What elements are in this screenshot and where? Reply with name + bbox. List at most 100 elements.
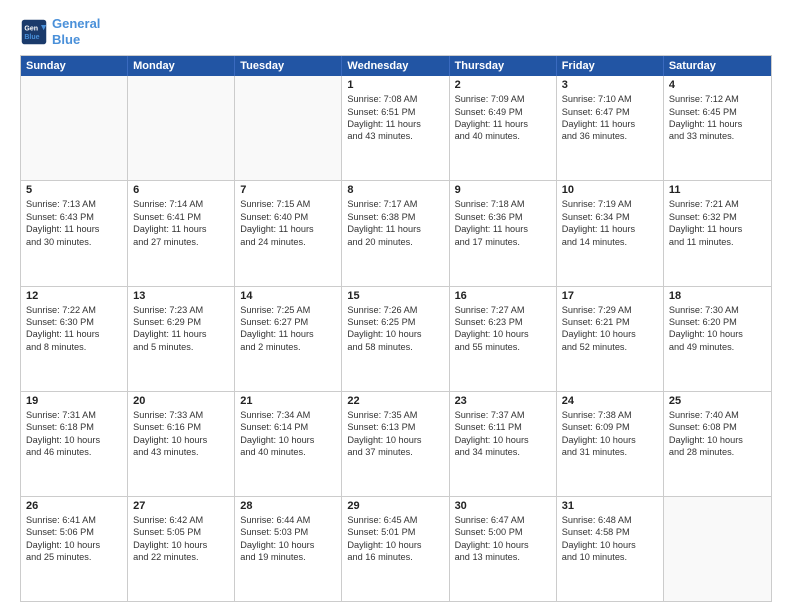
sunrise-time: Sunrise: 7:35 AM bbox=[347, 409, 443, 421]
table-row: 5Sunrise: 7:13 AMSunset: 6:43 PMDaylight… bbox=[21, 181, 128, 285]
sunrise-time: Sunrise: 6:45 AM bbox=[347, 514, 443, 526]
daylight-minutes: and 16 minutes. bbox=[347, 551, 443, 563]
sunrise-time: Sunrise: 7:25 AM bbox=[240, 304, 336, 316]
sunset-time: Sunset: 5:03 PM bbox=[240, 526, 336, 538]
table-row: 23Sunrise: 7:37 AMSunset: 6:11 PMDayligh… bbox=[450, 392, 557, 496]
daylight-hours: Daylight: 10 hours bbox=[562, 539, 658, 551]
sunrise-time: Sunrise: 7:14 AM bbox=[133, 198, 229, 210]
logo-icon: Gen Blue bbox=[20, 18, 48, 46]
daylight-hours: Daylight: 11 hours bbox=[133, 223, 229, 235]
table-row: 16Sunrise: 7:27 AMSunset: 6:23 PMDayligh… bbox=[450, 287, 557, 391]
table-row: 2Sunrise: 7:09 AMSunset: 6:49 PMDaylight… bbox=[450, 76, 557, 180]
day-number: 21 bbox=[240, 395, 336, 407]
sunset-time: Sunset: 6:41 PM bbox=[133, 211, 229, 223]
daylight-minutes: and 58 minutes. bbox=[347, 341, 443, 353]
sunrise-time: Sunrise: 7:34 AM bbox=[240, 409, 336, 421]
daylight-hours: Daylight: 10 hours bbox=[133, 434, 229, 446]
table-row: 26Sunrise: 6:41 AMSunset: 5:06 PMDayligh… bbox=[21, 497, 128, 601]
day-number: 17 bbox=[562, 290, 658, 302]
sunrise-time: Sunrise: 6:48 AM bbox=[562, 514, 658, 526]
daylight-minutes: and 52 minutes. bbox=[562, 341, 658, 353]
sunset-time: Sunset: 6:34 PM bbox=[562, 211, 658, 223]
sunrise-time: Sunrise: 7:33 AM bbox=[133, 409, 229, 421]
table-row: 12Sunrise: 7:22 AMSunset: 6:30 PMDayligh… bbox=[21, 287, 128, 391]
day-number: 2 bbox=[455, 79, 551, 91]
daylight-hours: Daylight: 10 hours bbox=[347, 434, 443, 446]
sunrise-time: Sunrise: 7:18 AM bbox=[455, 198, 551, 210]
day-number: 27 bbox=[133, 500, 229, 512]
sunset-time: Sunset: 6:13 PM bbox=[347, 421, 443, 433]
table-row: 14Sunrise: 7:25 AMSunset: 6:27 PMDayligh… bbox=[235, 287, 342, 391]
sunset-time: Sunset: 6:14 PM bbox=[240, 421, 336, 433]
day-number: 13 bbox=[133, 290, 229, 302]
sunset-time: Sunset: 6:43 PM bbox=[26, 211, 122, 223]
day-number: 12 bbox=[26, 290, 122, 302]
sunrise-time: Sunrise: 7:10 AM bbox=[562, 93, 658, 105]
day-number: 16 bbox=[455, 290, 551, 302]
table-row: 30Sunrise: 6:47 AMSunset: 5:00 PMDayligh… bbox=[450, 497, 557, 601]
daylight-minutes: and 43 minutes. bbox=[133, 446, 229, 458]
day-number: 25 bbox=[669, 395, 766, 407]
daylight-hours: Daylight: 10 hours bbox=[26, 539, 122, 551]
daylight-minutes: and 37 minutes. bbox=[347, 446, 443, 458]
table-row: 15Sunrise: 7:26 AMSunset: 6:25 PMDayligh… bbox=[342, 287, 449, 391]
daylight-minutes: and 2 minutes. bbox=[240, 341, 336, 353]
daylight-minutes: and 33 minutes. bbox=[669, 130, 766, 142]
week-row-2: 5Sunrise: 7:13 AMSunset: 6:43 PMDaylight… bbox=[21, 180, 771, 285]
calendar-header: SundayMondayTuesdayWednesdayThursdayFrid… bbox=[21, 56, 771, 76]
table-row: 8Sunrise: 7:17 AMSunset: 6:38 PMDaylight… bbox=[342, 181, 449, 285]
sunset-time: Sunset: 5:01 PM bbox=[347, 526, 443, 538]
col-header-saturday: Saturday bbox=[664, 56, 771, 76]
daylight-hours: Daylight: 10 hours bbox=[240, 434, 336, 446]
sunset-time: Sunset: 6:51 PM bbox=[347, 106, 443, 118]
daylight-hours: Daylight: 10 hours bbox=[347, 539, 443, 551]
sunrise-time: Sunrise: 7:17 AM bbox=[347, 198, 443, 210]
daylight-hours: Daylight: 11 hours bbox=[26, 223, 122, 235]
logo-text: GeneralBlue bbox=[52, 16, 100, 47]
daylight-hours: Daylight: 11 hours bbox=[133, 328, 229, 340]
daylight-minutes: and 20 minutes. bbox=[347, 236, 443, 248]
day-number: 31 bbox=[562, 500, 658, 512]
daylight-minutes: and 25 minutes. bbox=[26, 551, 122, 563]
table-row: 28Sunrise: 6:44 AMSunset: 5:03 PMDayligh… bbox=[235, 497, 342, 601]
week-row-4: 19Sunrise: 7:31 AMSunset: 6:18 PMDayligh… bbox=[21, 391, 771, 496]
day-number: 11 bbox=[669, 184, 766, 196]
table-row: 27Sunrise: 6:42 AMSunset: 5:05 PMDayligh… bbox=[128, 497, 235, 601]
sunrise-time: Sunrise: 7:27 AM bbox=[455, 304, 551, 316]
sunset-time: Sunset: 4:58 PM bbox=[562, 526, 658, 538]
table-row: 19Sunrise: 7:31 AMSunset: 6:18 PMDayligh… bbox=[21, 392, 128, 496]
daylight-hours: Daylight: 10 hours bbox=[26, 434, 122, 446]
daylight-hours: Daylight: 11 hours bbox=[347, 118, 443, 130]
day-number: 10 bbox=[562, 184, 658, 196]
table-row: 17Sunrise: 7:29 AMSunset: 6:21 PMDayligh… bbox=[557, 287, 664, 391]
sunset-time: Sunset: 5:06 PM bbox=[26, 526, 122, 538]
sunrise-time: Sunrise: 7:31 AM bbox=[26, 409, 122, 421]
table-row: 18Sunrise: 7:30 AMSunset: 6:20 PMDayligh… bbox=[664, 287, 771, 391]
table-row: 24Sunrise: 7:38 AMSunset: 6:09 PMDayligh… bbox=[557, 392, 664, 496]
daylight-hours: Daylight: 10 hours bbox=[669, 328, 766, 340]
sunset-time: Sunset: 6:40 PM bbox=[240, 211, 336, 223]
sunrise-time: Sunrise: 7:23 AM bbox=[133, 304, 229, 316]
page-header: Gen Blue GeneralBlue bbox=[20, 16, 772, 47]
daylight-hours: Daylight: 11 hours bbox=[455, 118, 551, 130]
daylight-hours: Daylight: 10 hours bbox=[347, 328, 443, 340]
daylight-minutes: and 14 minutes. bbox=[562, 236, 658, 248]
daylight-hours: Daylight: 10 hours bbox=[562, 328, 658, 340]
sunset-time: Sunset: 6:30 PM bbox=[26, 316, 122, 328]
day-number: 1 bbox=[347, 79, 443, 91]
sunrise-time: Sunrise: 7:13 AM bbox=[26, 198, 122, 210]
sunset-time: Sunset: 6:38 PM bbox=[347, 211, 443, 223]
sunrise-time: Sunrise: 7:40 AM bbox=[669, 409, 766, 421]
daylight-minutes: and 19 minutes. bbox=[240, 551, 336, 563]
daylight-hours: Daylight: 11 hours bbox=[240, 328, 336, 340]
col-header-friday: Friday bbox=[557, 56, 664, 76]
daylight-minutes: and 17 minutes. bbox=[455, 236, 551, 248]
sunset-time: Sunset: 6:23 PM bbox=[455, 316, 551, 328]
table-row bbox=[664, 497, 771, 601]
week-row-1: 1Sunrise: 7:08 AMSunset: 6:51 PMDaylight… bbox=[21, 76, 771, 180]
table-row: 11Sunrise: 7:21 AMSunset: 6:32 PMDayligh… bbox=[664, 181, 771, 285]
svg-text:Gen: Gen bbox=[24, 25, 38, 32]
sunrise-time: Sunrise: 7:12 AM bbox=[669, 93, 766, 105]
day-number: 3 bbox=[562, 79, 658, 91]
sunrise-time: Sunrise: 6:47 AM bbox=[455, 514, 551, 526]
